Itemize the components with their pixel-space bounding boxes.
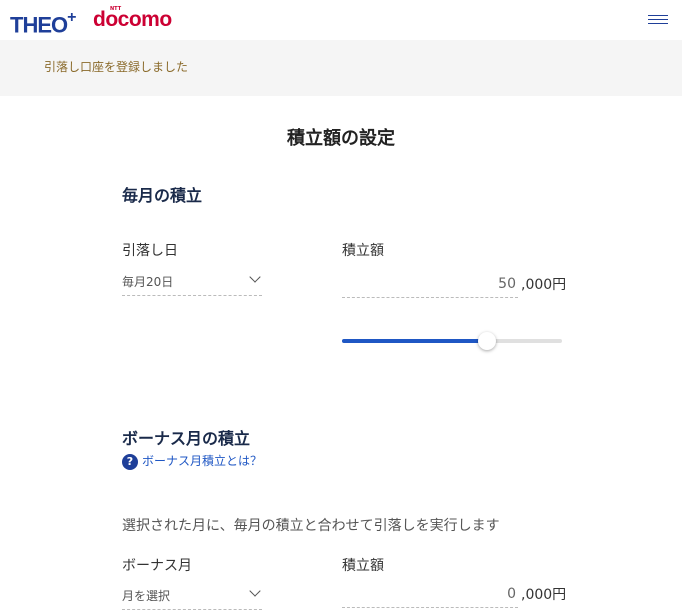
chevron-down-icon <box>249 271 261 283</box>
notice-text: 引落し口座を登録しました <box>44 60 189 74</box>
bonus-month-select[interactable]: 月を選択 <box>122 583 262 610</box>
bonus-section-title: ボーナス月の積立 <box>122 429 251 448</box>
slider-fill <box>342 339 488 343</box>
bonus-month-value: 月を選択 <box>122 589 171 603</box>
monthly-amount-label: 積立額 <box>342 243 384 259</box>
monthly-amount-input[interactable]: 50 <box>342 271 518 298</box>
menu-line <box>648 15 668 16</box>
slider-thumb[interactable] <box>478 332 497 350</box>
bonus-amount-suffix: ,000円 <box>521 587 567 603</box>
menu-line <box>648 19 668 20</box>
bonus-month-label: ボーナス月 <box>122 558 192 574</box>
chevron-down-icon <box>249 585 261 597</box>
notice-banner: 引落し口座を登録しました <box>0 40 682 96</box>
menu-line <box>648 23 668 24</box>
monthly-amount-suffix: ,000円 <box>521 277 567 293</box>
theo-logo[interactable]: THEO+ <box>10 7 77 38</box>
hamburger-menu-icon[interactable] <box>646 12 670 28</box>
bonus-amount-value: 0 <box>507 586 516 602</box>
withdrawal-date-select[interactable]: 毎月20日 <box>122 269 262 296</box>
page-title: 積立額の設定 <box>287 128 395 149</box>
app-header: THEO+ NTT docomo <box>0 0 682 40</box>
bonus-help-link[interactable]: ? ボーナス月積立とは？ <box>122 453 262 470</box>
bonus-help-text: ボーナス月積立とは？ <box>142 454 263 468</box>
monthly-section-title: 毎月の積立 <box>122 186 203 205</box>
monthly-amount-value: 50 <box>498 276 516 292</box>
withdrawal-date-value: 毎月20日 <box>122 275 174 289</box>
theo-logo-text: THEO <box>10 12 68 38</box>
withdrawal-date-label: 引落し日 <box>122 243 178 259</box>
bonus-amount-label: 積立額 <box>342 558 384 574</box>
monthly-amount-slider[interactable] <box>342 332 562 352</box>
theo-logo-plus: + <box>67 9 76 26</box>
docomo-logo: docomo <box>93 8 172 31</box>
bonus-description: 選択された月に、毎月の積立と合わせて引落しを実行します <box>122 518 500 534</box>
bonus-amount-input[interactable]: 0 <box>342 581 518 608</box>
question-circle-icon: ? <box>122 453 138 470</box>
